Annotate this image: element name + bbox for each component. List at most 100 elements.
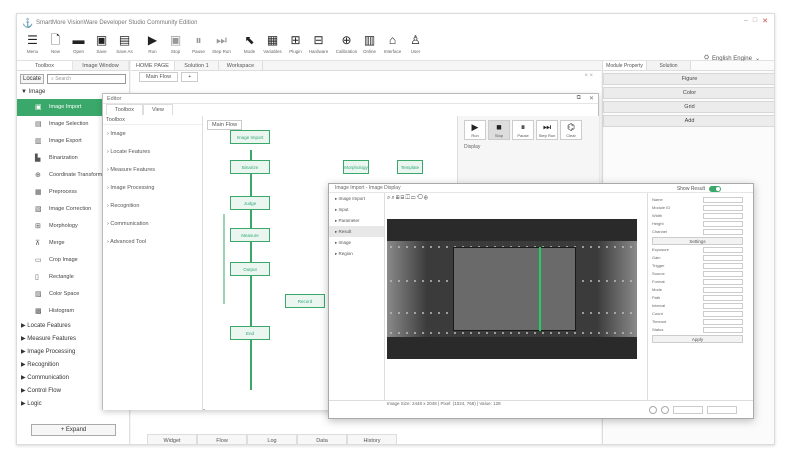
hardware-button[interactable]: ⊟ Hardware xyxy=(307,31,330,61)
tree-node[interactable]: ▸ Region xyxy=(329,248,384,259)
property-row[interactable]: Path xyxy=(652,294,743,302)
flow-node[interactable]: Morphology xyxy=(343,160,369,174)
variables-button[interactable]: ▦ Variables xyxy=(261,31,284,61)
tab-solution-panel[interactable]: Solution xyxy=(647,61,691,70)
dialog-maximize-icon[interactable]: ⧉ xyxy=(577,95,581,102)
property-value[interactable] xyxy=(703,311,743,317)
flow-node[interactable]: Template xyxy=(397,160,423,174)
plugin-button[interactable]: ⊞ Plugin xyxy=(284,31,307,61)
property-row[interactable]: Status xyxy=(652,326,743,334)
toolbox-row[interactable]: › Measure Features xyxy=(103,161,202,179)
property-row[interactable]: Height xyxy=(652,220,743,228)
search-input[interactable]: ⌕ Search xyxy=(47,73,126,84)
show-result-toggle[interactable]: Show Result xyxy=(677,186,721,192)
tab-dialog-toolbox[interactable]: Toolbox xyxy=(106,104,143,115)
property-row[interactable]: Name xyxy=(652,196,743,204)
toolbox-row[interactable]: › Communication xyxy=(103,215,202,233)
footer-button[interactable] xyxy=(707,405,737,414)
next-icon[interactable] xyxy=(661,405,669,414)
interface-button[interactable]: ⌂ Interface xyxy=(381,31,404,61)
property-row[interactable]: Format xyxy=(652,278,743,286)
settings-button[interactable]: Settings xyxy=(652,237,743,245)
tab-log[interactable]: Log xyxy=(247,434,297,444)
property-value[interactable] xyxy=(703,263,743,269)
calibration-button[interactable]: ⊕ Calibration xyxy=(335,31,358,61)
tab-history[interactable]: History xyxy=(347,434,397,444)
property-value[interactable] xyxy=(703,247,743,253)
toggle-switch[interactable] xyxy=(709,186,721,192)
footer-button[interactable] xyxy=(673,405,703,414)
property-value[interactable] xyxy=(703,213,743,219)
dialog-close-icon[interactable]: ✕ xyxy=(589,95,594,102)
flow-node[interactable]: Judge xyxy=(230,196,270,210)
toolbox-row[interactable]: › Advanced Tool xyxy=(103,233,202,251)
tab-dialog-view[interactable]: View xyxy=(142,104,173,115)
tab-solution[interactable]: Solution 1 xyxy=(175,61,219,70)
online-button[interactable]: ▥ Online xyxy=(358,31,381,61)
menu-button[interactable]: ☰ Menu xyxy=(21,31,44,61)
tab-image-window[interactable]: Image Window xyxy=(73,61,129,70)
save-as-button[interactable]: ▤ Save As xyxy=(113,31,136,61)
tab-home-page[interactable]: HOME PAGE xyxy=(131,61,175,70)
property-row[interactable]: Channel xyxy=(652,228,743,236)
tree-node[interactable]: ▸ Parameter xyxy=(329,215,384,226)
pause-button[interactable]: ⏸ Pause xyxy=(187,31,210,61)
tab-main-flow[interactable]: Main Flow xyxy=(139,72,179,82)
dialog-run-button[interactable]: ▶ Run xyxy=(464,120,486,140)
flow-node[interactable]: Record xyxy=(285,294,325,308)
property-row[interactable]: Timeout xyxy=(652,318,743,326)
user-button[interactable]: ♙ User xyxy=(404,31,427,61)
toolbox-row[interactable]: › Locate Features xyxy=(103,143,202,161)
flow-node[interactable]: Image Import xyxy=(230,130,270,144)
tab-workspace[interactable]: Workspace xyxy=(219,61,263,70)
tree-node[interactable]: ▸ Image Import xyxy=(329,193,384,204)
run-button[interactable]: ▶ Run xyxy=(141,31,164,61)
property-value[interactable] xyxy=(703,255,743,261)
property-value[interactable] xyxy=(703,303,743,309)
grid-button[interactable]: Grid xyxy=(603,101,774,113)
tree-node[interactable]: ▸ Image xyxy=(329,237,384,248)
tab-widget[interactable]: Widget xyxy=(147,434,197,444)
minimize-icon[interactable]: – xyxy=(744,17,748,25)
toolbox-row[interactable]: › Recognition xyxy=(103,197,202,215)
stop-button[interactable]: ▣ Stop xyxy=(164,31,187,61)
apply-button[interactable]: Apply xyxy=(652,335,743,343)
flow-node[interactable]: Binarize xyxy=(230,160,270,174)
dialog-clear-button[interactable]: ⌬ Clear xyxy=(560,120,582,140)
maximize-icon[interactable]: □ xyxy=(753,17,757,25)
tab-module-property[interactable]: Module Property xyxy=(603,61,647,70)
toolbox-row[interactable]: › Image xyxy=(103,125,202,143)
property-row[interactable]: Count xyxy=(652,310,743,318)
dialog-stop-button[interactable]: ■ Stop xyxy=(488,120,510,140)
viewer-tools[interactable]: ⌕⌕⊞⊟◫▭⟲⊕ xyxy=(387,195,429,202)
property-row[interactable]: Interval xyxy=(652,302,743,310)
property-value[interactable] xyxy=(703,205,743,211)
open-button[interactable]: ▬ Open xyxy=(67,31,90,61)
flow-node[interactable]: End xyxy=(230,326,270,340)
save-button[interactable]: ▣ Save xyxy=(90,31,113,61)
tab-toolbox[interactable]: Toolbox xyxy=(17,61,73,70)
property-value[interactable] xyxy=(703,197,743,203)
tab-data[interactable]: Data xyxy=(297,434,347,444)
property-row[interactable]: Gain xyxy=(652,254,743,262)
tree-node[interactable]: ▸ Result xyxy=(329,226,384,237)
property-value[interactable] xyxy=(703,271,743,277)
mode-button[interactable]: ⬉ Mode xyxy=(238,31,261,61)
property-value[interactable] xyxy=(703,221,743,227)
add-button[interactable]: Add xyxy=(603,115,774,127)
close-icon[interactable]: ✕ xyxy=(762,17,768,25)
step-run-button[interactable]: ⏭ Step Run xyxy=(210,31,233,61)
property-value[interactable] xyxy=(703,319,743,325)
property-value[interactable] xyxy=(703,229,743,235)
property-row[interactable]: Mode xyxy=(652,286,743,294)
property-value[interactable] xyxy=(703,295,743,301)
expand-button[interactable]: + Expand xyxy=(31,424,116,436)
property-value[interactable] xyxy=(703,279,743,285)
property-row[interactable]: Width xyxy=(652,212,743,220)
figure-button[interactable]: Figure xyxy=(603,73,774,85)
flow-node[interactable]: Measure xyxy=(230,228,270,242)
locate-button[interactable]: Locate xyxy=(20,73,45,84)
add-flow-button[interactable]: + xyxy=(181,72,199,82)
dialog-pause-button[interactable]: ⏸ Pause xyxy=(512,120,534,140)
property-value[interactable] xyxy=(703,327,743,333)
